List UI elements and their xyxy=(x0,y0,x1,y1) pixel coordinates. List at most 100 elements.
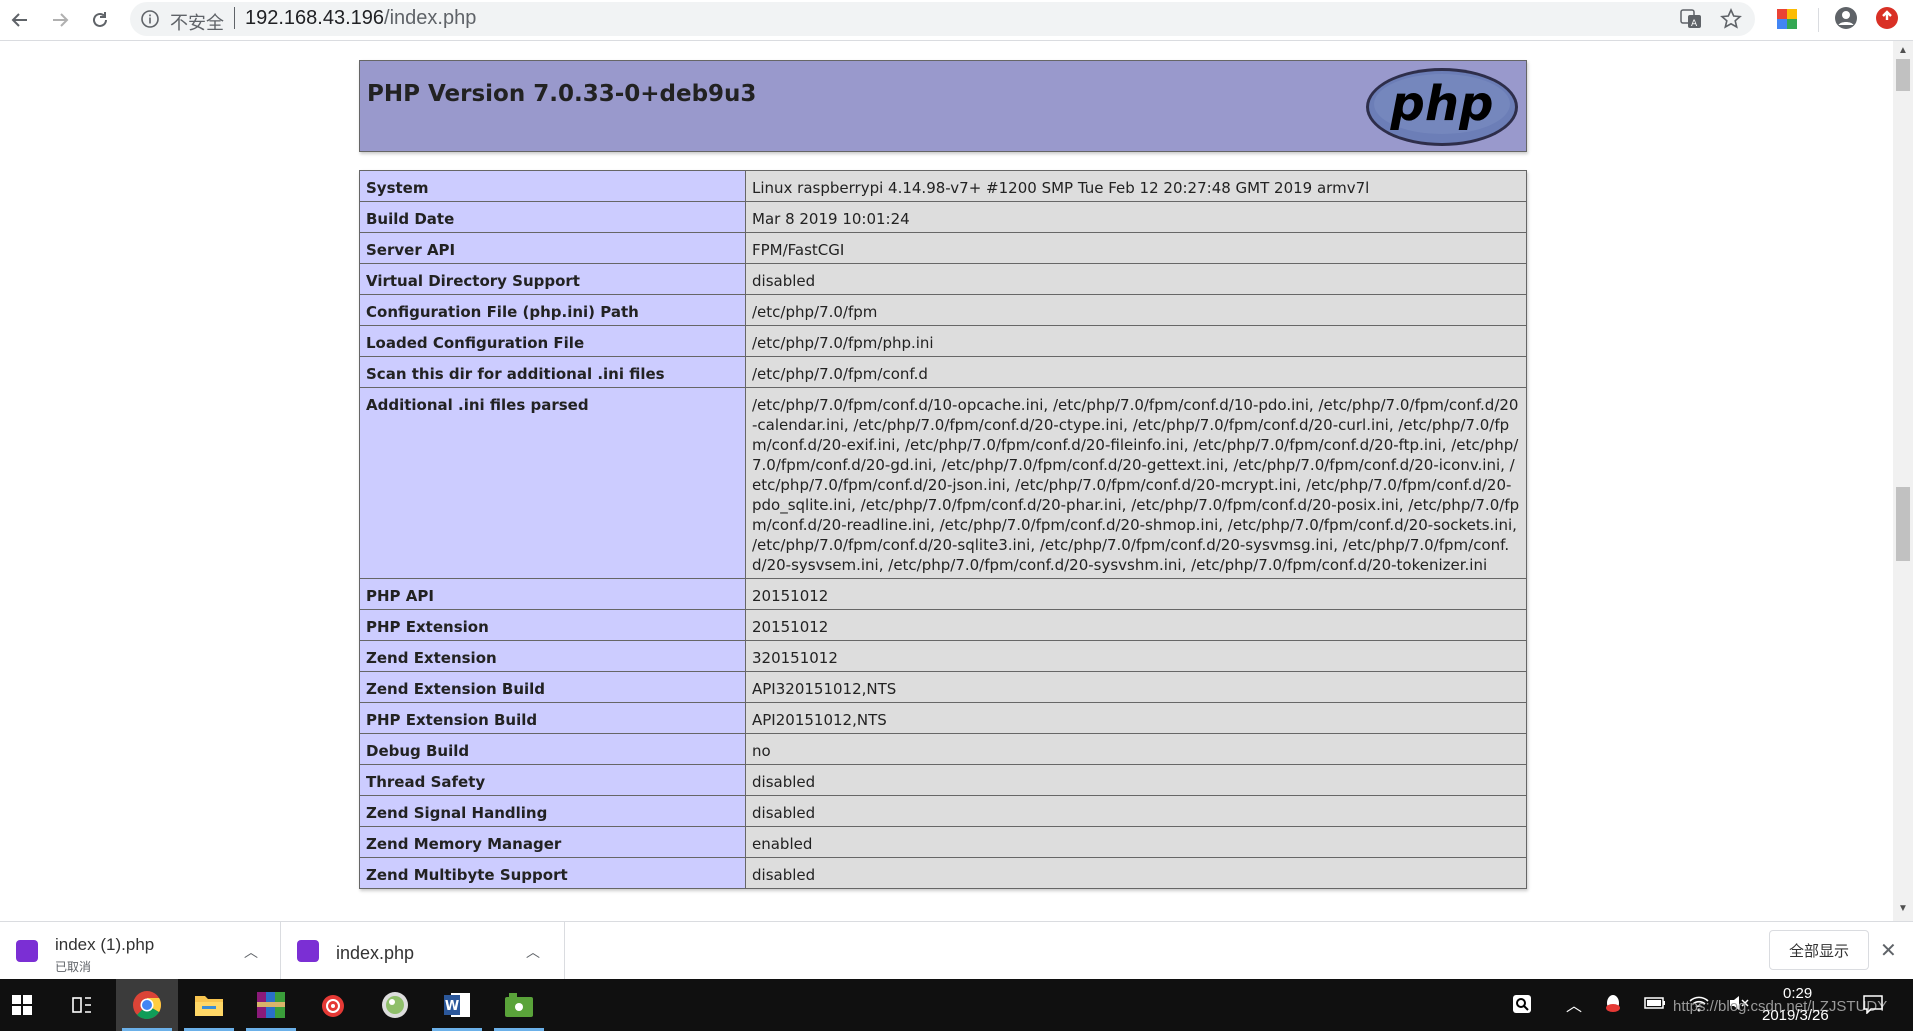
security-status-label[interactable]: 不安全 xyxy=(170,9,224,35)
task-view-icon xyxy=(72,997,91,1013)
search-app-icon xyxy=(1513,995,1531,1013)
row-value: FPM/FastCGI xyxy=(745,232,1527,264)
download-filename: index (1).php xyxy=(55,935,155,954)
page-viewport: PHP Version 7.0.33-0+deb9u3 php System Li… xyxy=(0,41,1893,921)
chevron-up-icon[interactable]: ︿ xyxy=(244,942,258,962)
table-row: Zend Memory Manager enabled xyxy=(359,826,1527,858)
row-value: disabled xyxy=(745,795,1527,827)
close-icon[interactable]: ✕ xyxy=(1880,938,1897,963)
row-value: /etc/php/7.0/fpm/conf.d/10-opcache.ini, … xyxy=(745,387,1527,579)
taskbar-app-snail[interactable] xyxy=(302,979,364,1031)
clock-time[interactable]: 0:29 xyxy=(1783,985,1812,1002)
chrome-icon xyxy=(133,991,161,1020)
table-row: Server API FPM/FastCGI xyxy=(359,232,1527,264)
tray-app-icon[interactable] xyxy=(1512,994,1532,1019)
snail-app-icon xyxy=(322,995,344,1017)
download-item[interactable]: index (1).php 已取消 ︿ xyxy=(0,922,281,980)
row-value: 20151012 xyxy=(745,578,1527,610)
globe-app-icon xyxy=(382,992,408,1018)
back-arrow-icon xyxy=(11,13,27,27)
scroll-marker[interactable] xyxy=(1896,487,1910,561)
taskbar-word[interactable]: W xyxy=(426,979,488,1031)
table-row: Additional .ini files parsed/etc/php/7.0… xyxy=(359,387,1527,579)
vertical-scrollbar[interactable]: ▲ ▼ xyxy=(1893,41,1913,921)
notifications-icon[interactable] xyxy=(1862,994,1884,1019)
winrar-icon xyxy=(257,992,285,1018)
chevron-up-icon[interactable]: ︿ xyxy=(526,942,540,962)
bookmark-star-icon[interactable] xyxy=(1720,8,1742,30)
taskbar-file-explorer[interactable] xyxy=(178,979,240,1031)
row-value: API20151012,NTS xyxy=(745,702,1527,734)
php-logo-text: php xyxy=(1390,76,1494,132)
table-row: Zend Signal Handling disabled xyxy=(359,795,1527,827)
table-row: Zend Multibyte Support disabled xyxy=(359,857,1527,889)
row-value: Linux raspberrypi 4.14.98-v7+ #1200 SMP … xyxy=(745,170,1527,202)
row-key: Configuration File (php.ini) Path xyxy=(359,294,746,326)
row-value: Mar 8 2019 10:01:24 xyxy=(745,201,1527,233)
download-item[interactable]: index.php ︿ xyxy=(281,922,565,980)
table-row: Loaded Configuration File/etc/php/7.0/fp… xyxy=(359,325,1527,357)
svg-text:W: W xyxy=(445,999,459,1014)
taskbar-app-green[interactable] xyxy=(488,979,550,1031)
forward-arrow-icon xyxy=(53,13,69,27)
translate-icon[interactable]: A xyxy=(1680,9,1702,29)
row-value: API320151012,NTS xyxy=(745,671,1527,703)
chevron-up-icon[interactable]: ︿ xyxy=(1566,992,1582,1016)
scroll-up-icon[interactable]: ▲ xyxy=(1898,45,1908,56)
tray-penguin-icon[interactable] xyxy=(1604,994,1622,1019)
row-key: PHP Extension xyxy=(359,609,746,641)
row-key: PHP Extension Build xyxy=(359,702,746,734)
forward-button[interactable] xyxy=(44,4,76,36)
row-value: 20151012 xyxy=(745,609,1527,641)
info-icon[interactable] xyxy=(140,9,160,29)
address-bar[interactable]: 不安全 192.168.43.196/index.php A xyxy=(130,2,1755,36)
task-view-button[interactable] xyxy=(52,979,114,1031)
reload-icon xyxy=(93,12,107,27)
back-button[interactable] xyxy=(4,4,36,36)
row-key: Virtual Directory Support xyxy=(359,263,746,295)
info-table-body: System Linux raspberrypi 4.14.98-v7+ #120… xyxy=(359,170,1527,889)
row-value: /etc/php/7.0/fpm/php.ini xyxy=(745,325,1527,357)
row-key: Additional .ini files parsed xyxy=(359,387,746,579)
table-row: Thread Safety disabled xyxy=(359,764,1527,796)
table-row: Virtual Directory Support disabled xyxy=(359,263,1527,295)
svg-text:A: A xyxy=(1691,19,1698,29)
taskbar-winrar[interactable] xyxy=(240,979,302,1031)
php-logo[interactable]: php xyxy=(1364,66,1520,148)
scroll-thumb[interactable] xyxy=(1896,59,1910,91)
folder-icon xyxy=(195,996,223,1016)
table-row: Zend Extension 320151012 xyxy=(359,640,1527,672)
clock-date[interactable]: 2019/3/26 xyxy=(1762,1007,1829,1024)
row-key: Zend Extension xyxy=(359,640,746,672)
windows-taskbar: W ︿ https://blog.csdn.net/LZJSTUDY 0:29 … xyxy=(0,979,1913,1031)
row-value: /etc/php/7.0/fpm xyxy=(745,294,1527,326)
url-text[interactable]: 192.168.43.196/index.php xyxy=(245,7,476,30)
toolbar-divider xyxy=(1818,8,1819,32)
green-app-icon xyxy=(505,993,533,1017)
page-title: PHP Version 7.0.33-0+deb9u3 xyxy=(367,81,757,107)
profile-avatar-icon[interactable] xyxy=(1834,6,1858,30)
battery-icon[interactable] xyxy=(1644,994,1666,1017)
row-key: Zend Signal Handling xyxy=(359,795,746,827)
table-row: PHP API 20151012 xyxy=(359,578,1527,610)
url-host: 192.168.43.196 xyxy=(245,7,385,29)
row-key: Scan this dir for additional .ini files xyxy=(359,356,746,388)
taskbar-app-globe[interactable] xyxy=(364,979,426,1031)
row-key: System xyxy=(359,170,746,202)
action-center-icon xyxy=(1863,995,1883,1015)
row-key: Zend Extension Build xyxy=(359,671,746,703)
table-row: PHP Extension Build API20151012,NTS xyxy=(359,702,1527,734)
table-row: Scan this dir for additional .ini files /… xyxy=(359,356,1527,388)
table-row: Zend Extension Build API320151012,NTS xyxy=(359,671,1527,703)
scroll-down-icon[interactable]: ▼ xyxy=(1898,903,1908,914)
row-key: Loaded Configuration File xyxy=(359,325,746,357)
extension-icon[interactable] xyxy=(1776,8,1798,30)
windows-logo-icon xyxy=(12,995,32,1015)
start-button[interactable] xyxy=(0,979,44,1031)
row-key: Server API xyxy=(359,232,746,264)
table-row: PHP Extension 20151012 xyxy=(359,609,1527,641)
reload-button[interactable] xyxy=(84,4,116,36)
update-alert-icon[interactable] xyxy=(1875,6,1899,30)
show-all-downloads-button[interactable]: 全部显示 xyxy=(1769,930,1869,970)
taskbar-chrome[interactable] xyxy=(116,979,178,1031)
